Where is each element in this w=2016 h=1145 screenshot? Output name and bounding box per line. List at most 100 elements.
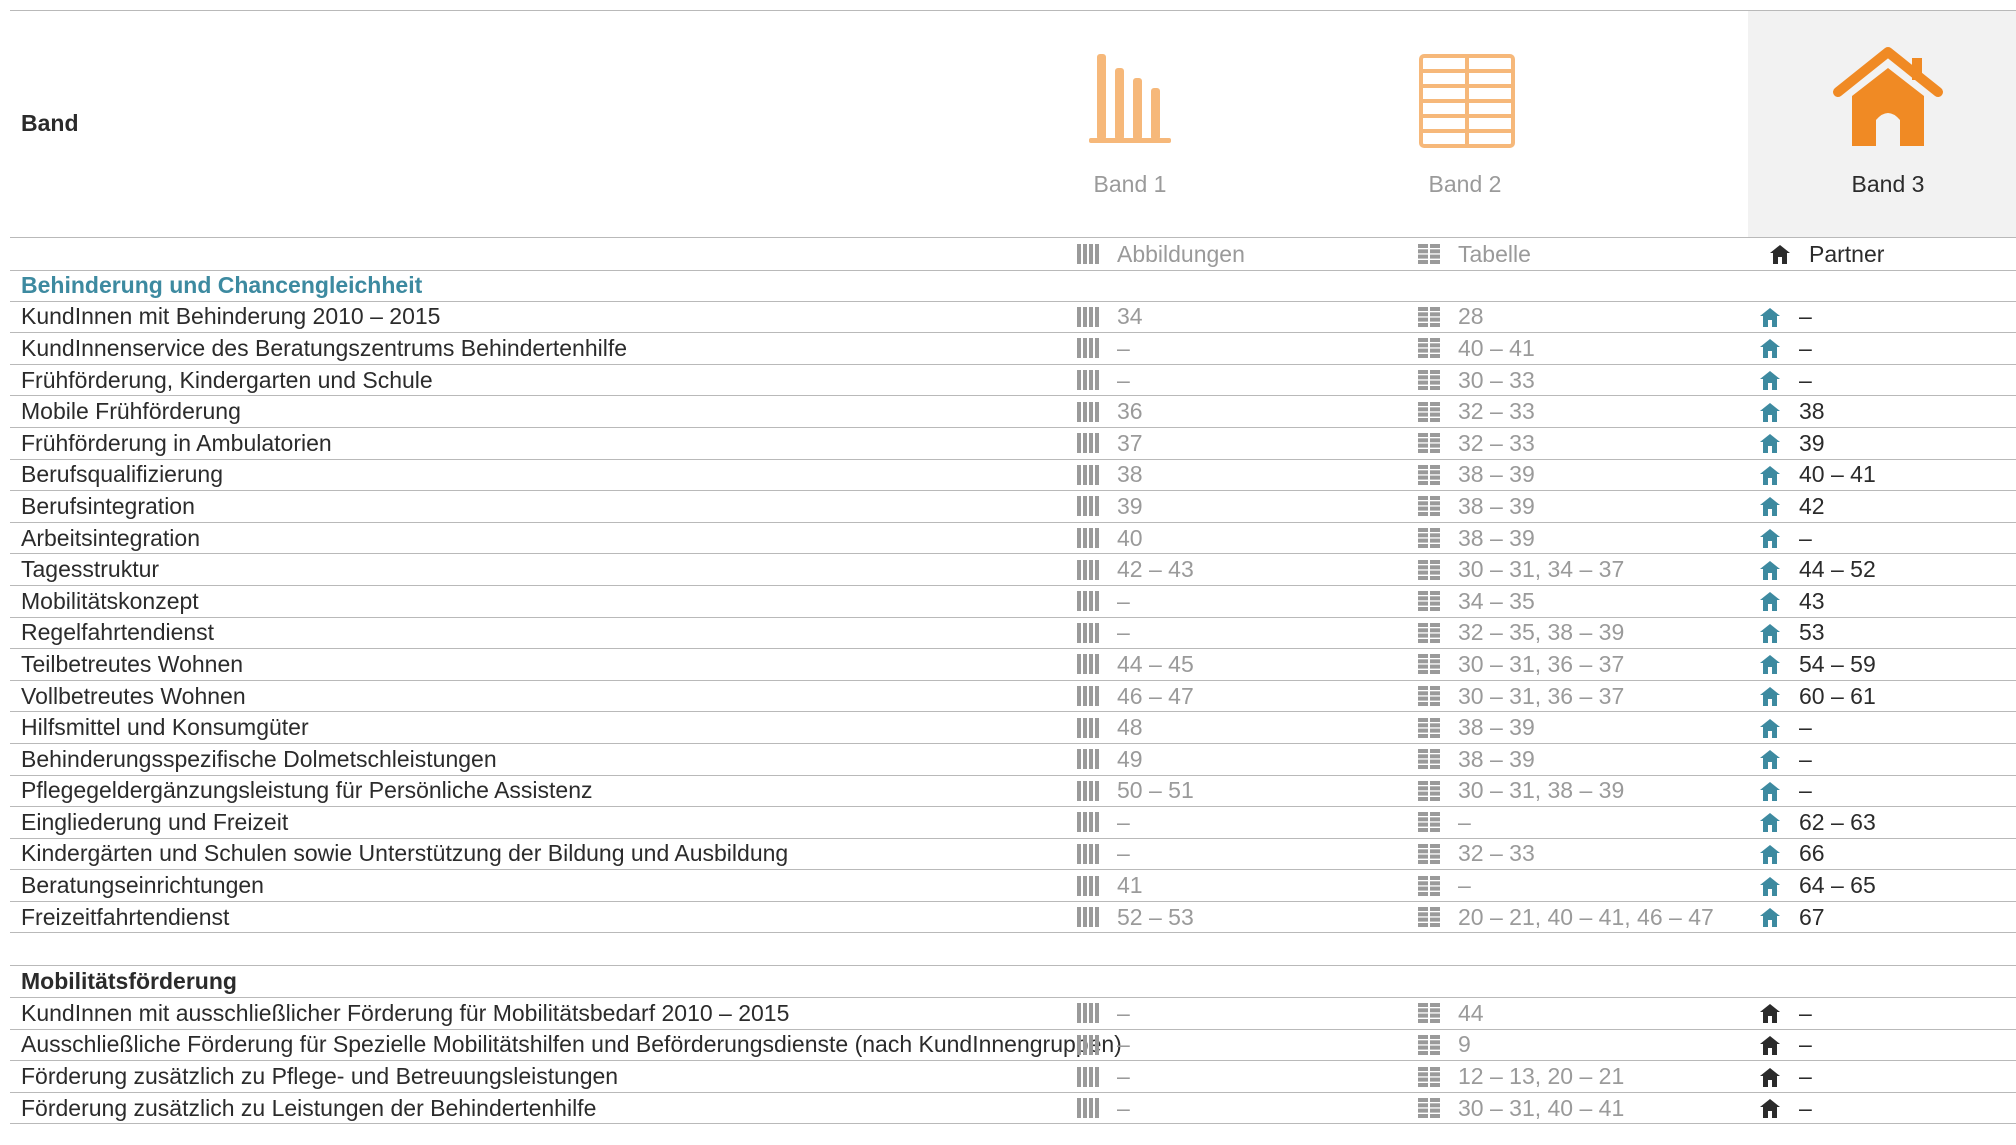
house-small-icon (1759, 433, 1781, 454)
table-small-icon (1418, 306, 1440, 327)
table-small-icon (1418, 433, 1440, 454)
partner-cell: – (1759, 365, 1812, 396)
tabelle-value: 30 – 31, 38 – 39 (1458, 777, 1625, 804)
bars-small-icon (1077, 749, 1099, 770)
table-row: KundInnen mit ausschließlicher Förderung… (10, 998, 2016, 1030)
partner-value: 53 (1799, 619, 1825, 646)
abbildungen-value: – (1117, 334, 1130, 361)
section-rows: KundInnen mit ausschließlicher Förderung… (10, 998, 2016, 1125)
tabelle-cell: 38 – 39 (1418, 523, 1535, 554)
partner-value: – (1799, 1031, 1812, 1058)
partner-cell: 62 – 63 (1759, 807, 1876, 838)
partner-value: – (1799, 303, 1812, 330)
table-row: Pflegegeldergänzungsleistung für Persönl… (10, 776, 2016, 808)
partner-cell: 44 – 52 (1759, 554, 1876, 585)
table-small-icon (1418, 528, 1440, 549)
table-row: Kindergärten und Schulen sowie Unterstüt… (10, 839, 2016, 871)
row-label: Hilfsmittel und Konsumgüter (21, 714, 309, 741)
abbildungen-value: – (1117, 1094, 1130, 1121)
row-label: Teilbetreutes Wohnen (21, 650, 244, 677)
partner-cell: 40 – 41 (1759, 460, 1876, 491)
partner-value: – (1799, 999, 1812, 1026)
abbildungen-cell: – (1077, 839, 1130, 870)
house-small-icon (1759, 370, 1781, 391)
table-grid-icon (1395, 40, 1535, 155)
table-small-icon (1418, 1003, 1440, 1024)
tabelle-cell: 30 – 33 (1418, 365, 1535, 396)
table-row: Mobilitätskonzept – 34 – 35 43 (10, 586, 2016, 618)
tabelle-value: 38 – 39 (1458, 524, 1535, 551)
abbildungen-cell: 40 (1077, 523, 1143, 554)
tabelle-cell: 44 (1418, 998, 1484, 1029)
table-row: KundInnenservice des Beratungszentrums B… (10, 333, 2016, 365)
tabelle-value: 38 – 39 (1458, 492, 1535, 519)
table-small-icon (1418, 244, 1440, 264)
legend-partner: Partner (1769, 238, 1884, 270)
house-small-icon (1759, 1003, 1781, 1024)
table-small-icon (1418, 654, 1440, 675)
bars-small-icon (1077, 686, 1099, 707)
abbildungen-cell: – (1077, 1093, 1130, 1124)
abbildungen-cell: – (1077, 365, 1130, 396)
tabelle-value: – (1458, 872, 1471, 899)
partner-value: 64 – 65 (1799, 872, 1876, 899)
house-small-icon (1759, 686, 1781, 707)
row-label: Frühförderung, Kindergarten und Schule (21, 366, 433, 393)
tabelle-value: 28 (1458, 303, 1484, 330)
partner-value: – (1799, 524, 1812, 551)
abbildungen-value: 40 (1117, 524, 1143, 551)
row-label: Beratungseinrichtungen (21, 872, 264, 899)
tabelle-cell: 30 – 31, 34 – 37 (1418, 554, 1624, 585)
house-small-icon (1759, 1098, 1781, 1119)
partner-value: – (1799, 1063, 1812, 1090)
abbildungen-cell: 49 (1077, 744, 1143, 775)
row-label: Ausschließliche Förderung für Spezielle … (21, 1031, 1122, 1058)
house-small-icon (1759, 1035, 1781, 1055)
table-small-icon (1418, 464, 1440, 485)
table-row: Tagesstruktur 42 – 43 30 – 31, 34 – 37 4… (10, 554, 2016, 586)
abbildungen-cell: 41 (1077, 870, 1143, 901)
row-label: Tagesstruktur (21, 556, 160, 583)
partner-value: – (1799, 714, 1812, 741)
bars-small-icon (1077, 591, 1099, 612)
tabelle-value: 20 – 21, 40 – 41, 46 – 47 (1458, 903, 1714, 930)
partner-cell: – (1759, 302, 1812, 333)
partner-value: 40 – 41 (1799, 461, 1876, 488)
partner-value: 60 – 61 (1799, 682, 1876, 709)
table-small-icon (1418, 875, 1440, 896)
table-row: Ausschließliche Förderung für Spezielle … (10, 1030, 2016, 1062)
bars-small-icon (1077, 528, 1099, 549)
tabelle-value: 40 – 41 (1458, 334, 1535, 361)
tabelle-cell: – (1418, 807, 1471, 838)
partner-value: 54 – 59 (1799, 650, 1876, 677)
partner-cell: 53 (1759, 618, 1825, 649)
table-small-icon (1418, 338, 1440, 359)
tabelle-value: 30 – 31, 36 – 37 (1458, 650, 1625, 677)
house-small-icon (1759, 718, 1781, 738)
tabelle-value: 30 – 31, 34 – 37 (1458, 556, 1625, 583)
house-icon (1818, 40, 1958, 155)
table-small-icon (1418, 559, 1440, 580)
row-label: Berufsintegration (21, 492, 195, 519)
row-label: Kindergärten und Schulen sowie Unterstüt… (21, 840, 789, 867)
abbildungen-cell: 34 (1077, 302, 1143, 333)
abbildungen-cell: – (1077, 807, 1130, 838)
row-label: Förderung zusätzlich zu Pflege- und Betr… (21, 1063, 619, 1090)
table-small-icon (1418, 907, 1440, 928)
partner-cell: – (1759, 998, 1812, 1029)
partner-cell: – (1759, 1093, 1812, 1124)
band1-column: Band 1 (1060, 40, 1200, 198)
row-label: Mobilitätskonzept (21, 587, 199, 614)
legend-tabelle: Tabelle (1418, 238, 1531, 270)
abbildungen-cell: – (1077, 998, 1130, 1029)
house-small-icon (1759, 876, 1781, 896)
row-label: Pflegegeldergänzungsleistung für Persönl… (21, 777, 593, 804)
table-small-icon (1418, 749, 1440, 770)
bars-small-icon (1077, 907, 1099, 928)
table-small-icon (1418, 686, 1440, 707)
bars-small-icon (1077, 306, 1099, 327)
tabelle-cell: 20 – 21, 40 – 41, 46 – 47 (1418, 902, 1714, 933)
tabelle-cell: 30 – 31, 38 – 39 (1418, 776, 1624, 807)
table-small-icon (1418, 370, 1440, 391)
row-label: Freizeitfahrtendienst (21, 903, 230, 930)
